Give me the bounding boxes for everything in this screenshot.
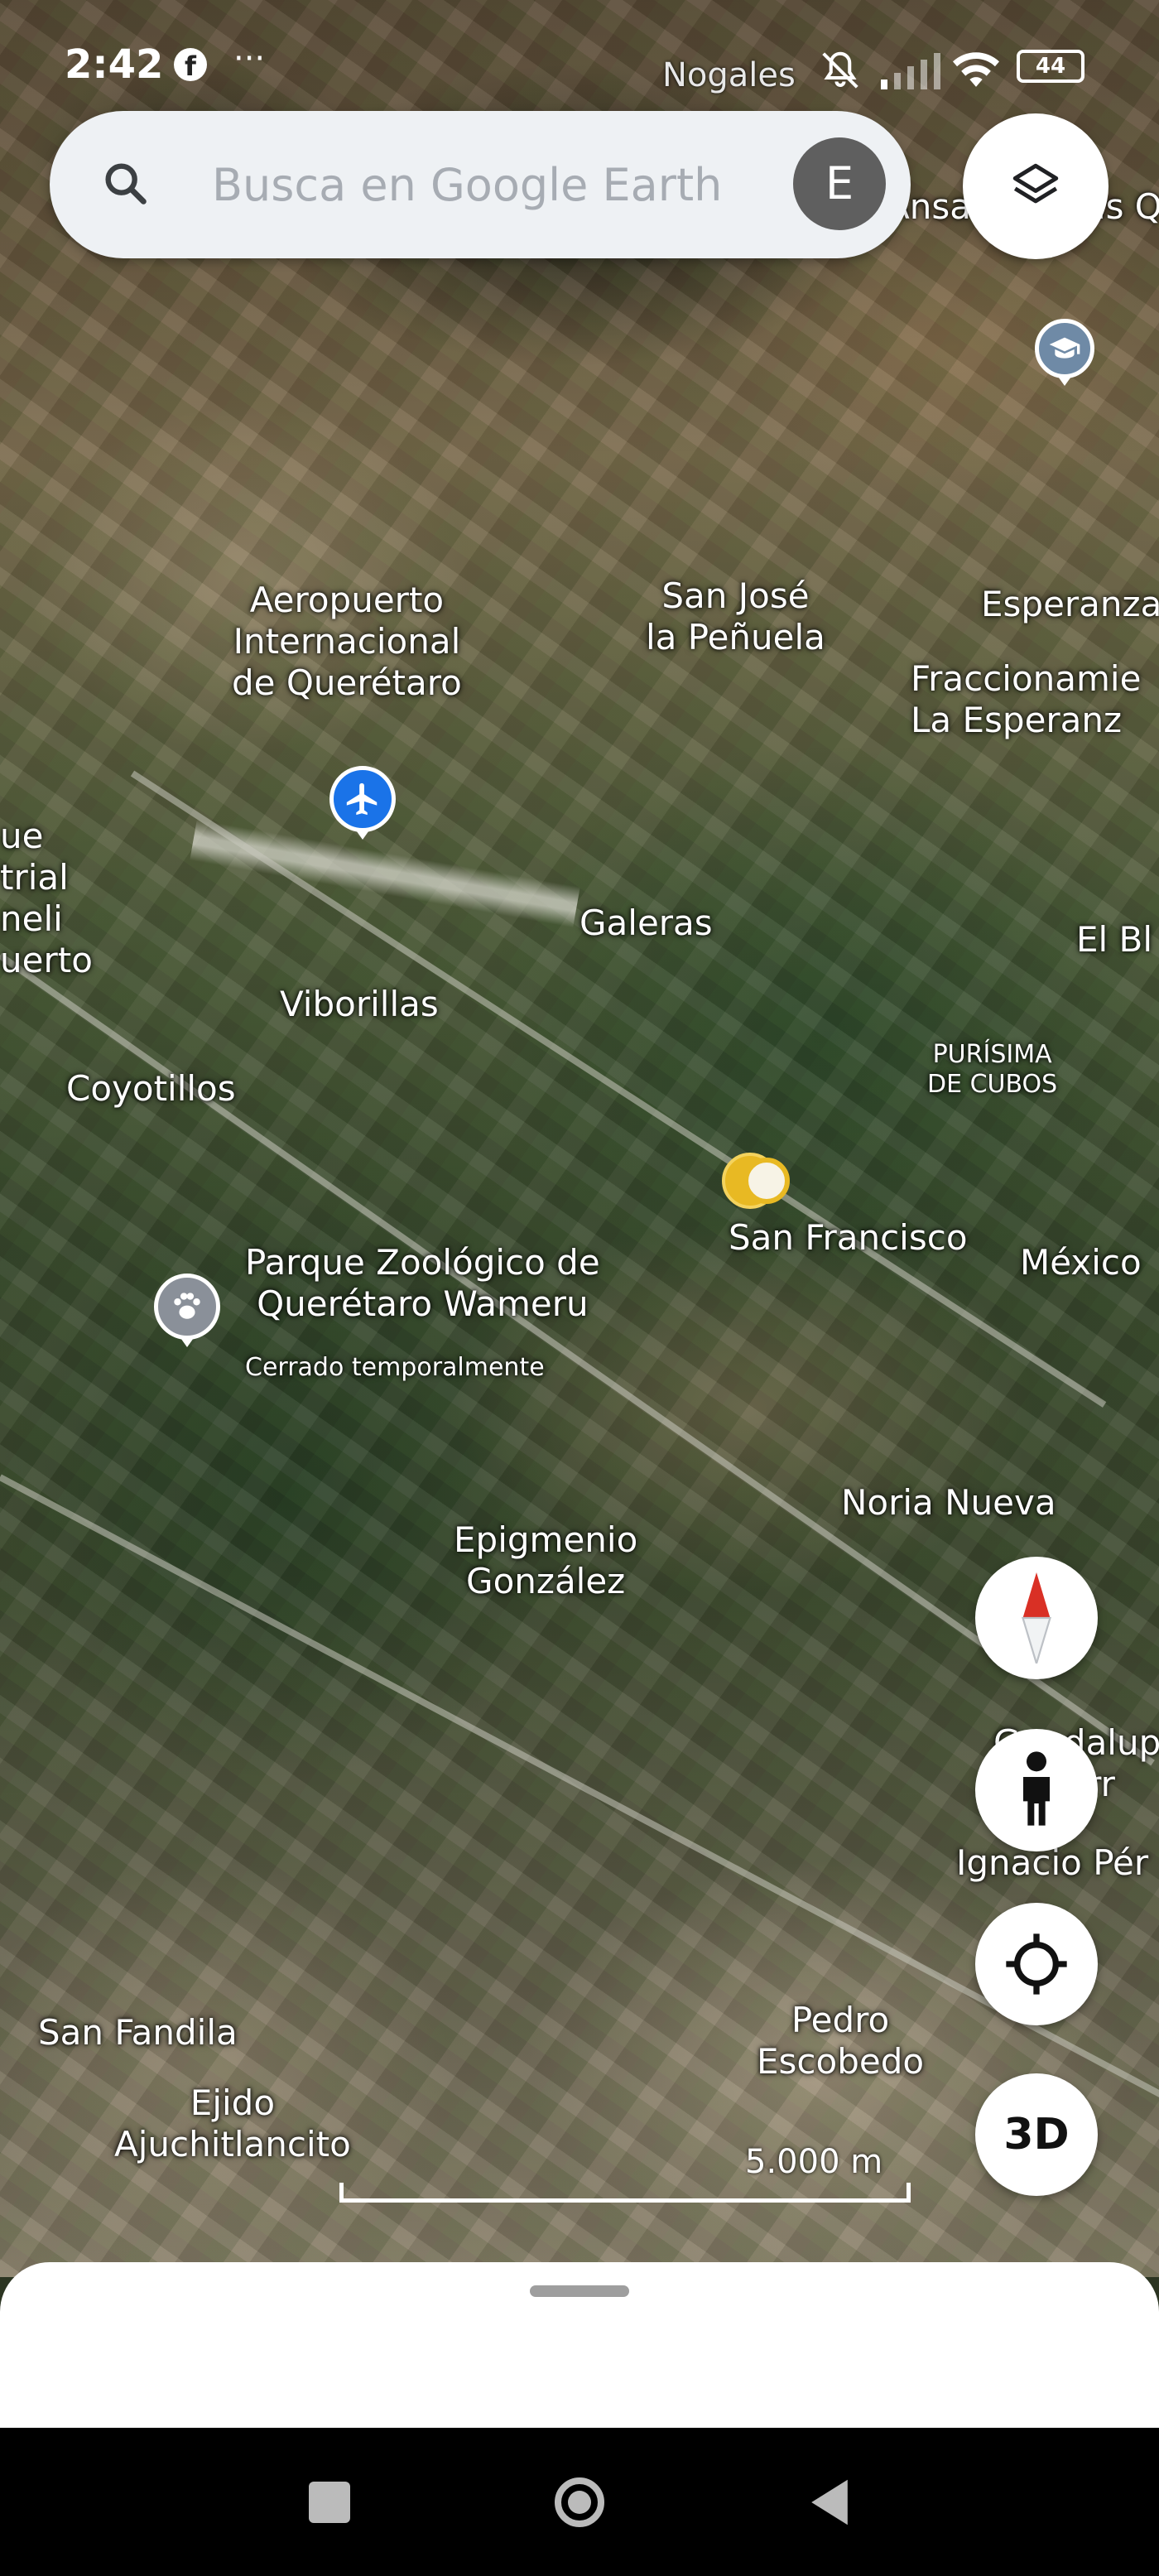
street-view-button[interactable]: [975, 1729, 1098, 1851]
label-zoo: Parque Zoológico de Querétaro Wameru: [245, 1242, 600, 1324]
label-galeras: Galeras: [580, 903, 713, 943]
battery-icon: 44: [1017, 50, 1084, 83]
back-triangle-icon: [811, 2479, 848, 2525]
compass-button[interactable]: [975, 1557, 1098, 1679]
recents-button[interactable]: [296, 2469, 363, 2535]
status-bar: 2:42 f ··· Nogales 44: [0, 33, 1159, 99]
pegman-icon: [1023, 1751, 1050, 1826]
search-input[interactable]: Busca en Google Earth: [212, 159, 722, 211]
label-san-jose: San José la Peñuela: [646, 575, 825, 657]
carrier-name: Nogales: [662, 56, 796, 94]
airport-runway: [190, 819, 580, 928]
label-left-partial: ue trial neli uerto: [0, 816, 93, 980]
label-fraccionamiento: Fraccionamie La Esperanz: [911, 658, 1142, 740]
signal-icon: [881, 53, 940, 89]
back-button[interactable]: [796, 2469, 863, 2535]
gold-place-marker[interactable]: [722, 1153, 796, 1211]
more-icon: ···: [233, 40, 266, 78]
label-san-fandila: San Fandila: [38, 2012, 238, 2053]
label-pedro-escobedo: Pedro Escobedo: [757, 2000, 925, 2082]
sheet-drag-handle[interactable]: [530, 2285, 629, 2297]
status-time: 2:42: [65, 41, 164, 88]
battery-level: 44: [1035, 54, 1066, 79]
label-el-bl: El Bl: [1076, 919, 1153, 960]
map-scale-bar: [339, 2183, 911, 2203]
paw-icon: [174, 1293, 200, 1319]
airplane-icon: [346, 782, 378, 816]
label-san-francisco: San Francisco: [729, 1217, 968, 1258]
label-noria-nueva: Noria Nueva: [841, 1482, 1056, 1523]
layers-button[interactable]: [963, 113, 1109, 259]
my-location-button[interactable]: [975, 1903, 1098, 2025]
label-mexico: México: [1020, 1242, 1142, 1283]
bottom-sheet[interactable]: [0, 2262, 1159, 2428]
school-pin[interactable]: [1035, 319, 1094, 386]
zoo-pin[interactable]: [154, 1274, 220, 1347]
square-icon: [309, 2482, 350, 2523]
label-viborillas: Viborillas: [280, 984, 439, 1024]
compass-icon: [1022, 1572, 1051, 1664]
wifi-icon: [953, 52, 999, 87]
search-bar[interactable]: Busca en Google Earth E: [50, 111, 911, 258]
graduation-cap-icon: [1049, 337, 1080, 359]
label-coyotillos: Coyotillos: [66, 1068, 236, 1109]
crosshair-icon: [1006, 1933, 1067, 1995]
system-nav-bar: [0, 2428, 1159, 2576]
label-esperanza: Esperanza: [981, 584, 1159, 624]
label-ejido: Ejido Ajuchitlancito: [114, 2082, 351, 2164]
label-airport: Aeropuerto Internacional de Querétaro: [232, 580, 462, 703]
layers-icon: [1012, 163, 1059, 204]
map-scale-label: 5.000 m: [745, 2143, 883, 2181]
account-avatar[interactable]: E: [793, 137, 886, 230]
home-button[interactable]: [546, 2469, 613, 2535]
3d-toggle-button[interactable]: 3D: [975, 2073, 1098, 2196]
3d-label: 3D: [1003, 2110, 1070, 2160]
label-purisima: PURÍSIMA DE CUBOS: [927, 1040, 1058, 1099]
label-epigmenio: Epigmenio González: [454, 1519, 638, 1601]
search-icon[interactable]: [99, 157, 152, 210]
circle-icon: [555, 2477, 604, 2527]
mute-icon: [822, 51, 858, 89]
label-zoo-status: Cerrado temporalmente: [245, 1353, 545, 1382]
facebook-icon: f: [174, 48, 207, 82]
airport-pin[interactable]: [329, 766, 396, 840]
